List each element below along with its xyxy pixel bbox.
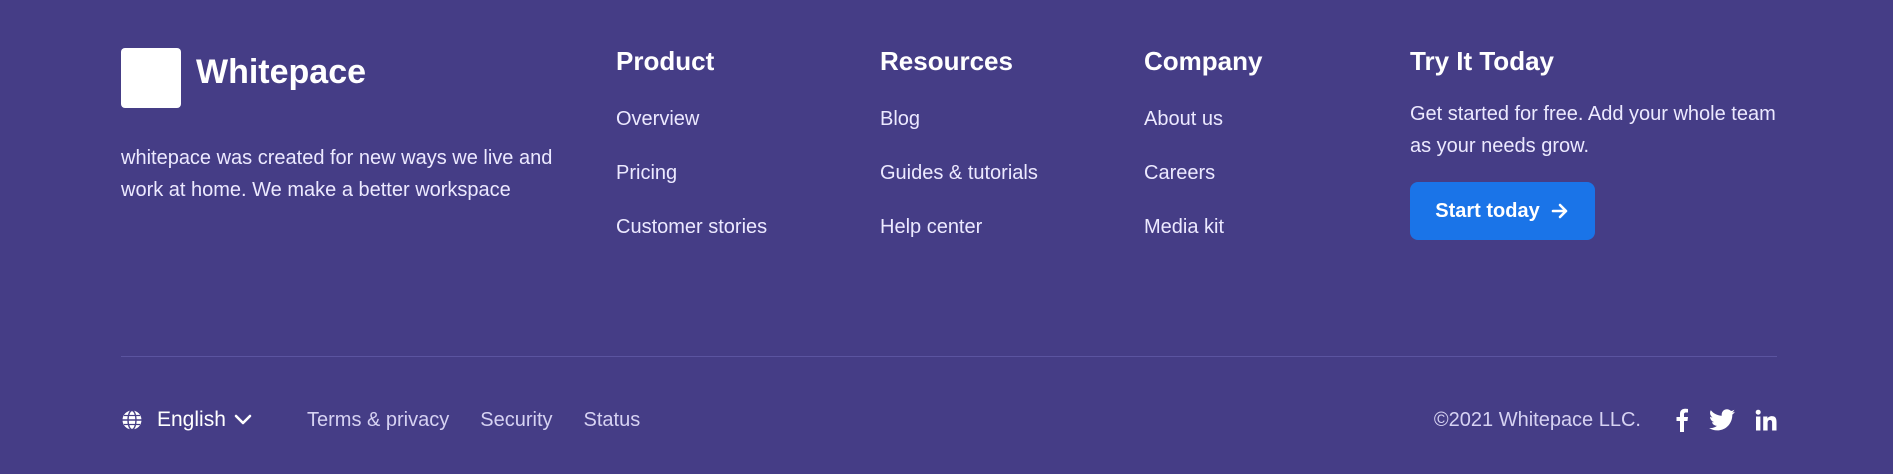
footer-bottom-bar: English Terms & privacy Security Status … [121, 404, 1777, 436]
footer-link-careers[interactable]: Careers [1144, 161, 1262, 185]
footer-link-blog[interactable]: Blog [880, 107, 1038, 131]
footer-link-guides-tutorials[interactable]: Guides & tutorials [880, 161, 1038, 185]
language-label: English [157, 408, 226, 431]
globe-icon [122, 409, 142, 431]
facebook-icon[interactable] [1675, 408, 1689, 432]
footer-link-help-center[interactable]: Help center [880, 215, 1038, 239]
brand-block: Whitepace whitepace was created for new … [121, 48, 552, 206]
try-description: Get started for free. Add your whole tea… [1410, 103, 1776, 157]
footer-link-about-us[interactable]: About us [1144, 107, 1262, 131]
start-today-label: Start today [1435, 199, 1540, 222]
try-it-today-block: Try It Today Get started for free. Add y… [1410, 44, 1790, 240]
arrow-right-icon [1551, 203, 1568, 219]
brand-row: Whitepace [121, 48, 551, 108]
social-links [1655, 404, 1777, 436]
footer-link-media-kit[interactable]: Media kit [1144, 215, 1262, 239]
brand-name[interactable]: Whitepace [196, 55, 366, 89]
site-footer: Whitepace whitepace was created for new … [0, 0, 1893, 474]
footer-link-customer-stories[interactable]: Customer stories [616, 215, 767, 239]
footer-column-company: Company About us Careers Media kit [1144, 44, 1262, 269]
footer-column-product: Product Overview Pricing Customer storie… [616, 44, 767, 269]
terms-privacy-link[interactable]: Terms & privacy [307, 409, 449, 432]
column-links: About us Careers Media kit [1144, 107, 1262, 239]
column-links: Overview Pricing Customer stories [616, 107, 767, 239]
twitter-icon[interactable] [1709, 409, 1735, 431]
status-link[interactable]: Status [584, 409, 641, 432]
brand-description: whitepace was created for new ways we li… [121, 147, 553, 201]
column-title: Resources [880, 46, 1013, 76]
chevron-down-icon [234, 414, 252, 425]
footer-divider [121, 356, 1777, 357]
linkedin-icon[interactable] [1755, 409, 1777, 431]
legal-links: Terms & privacy Security Status [307, 404, 671, 436]
column-title: Company [1144, 46, 1263, 76]
logo-icon[interactable] [121, 48, 181, 108]
copyright-text: ©2021 Whitepace LLC. [1433, 409, 1641, 431]
column-links: Blog Guides & tutorials Help center [880, 107, 1038, 239]
security-link[interactable]: Security [480, 409, 552, 432]
footer-column-resources: Resources Blog Guides & tutorials Help c… [880, 44, 1038, 269]
footer-link-pricing[interactable]: Pricing [616, 161, 767, 185]
column-title: Product [616, 46, 715, 76]
language-selector[interactable]: English [121, 404, 252, 436]
start-today-button[interactable]: Start today [1410, 182, 1595, 240]
try-title: Try It Today [1410, 46, 1554, 76]
footer-link-overview[interactable]: Overview [616, 107, 767, 131]
